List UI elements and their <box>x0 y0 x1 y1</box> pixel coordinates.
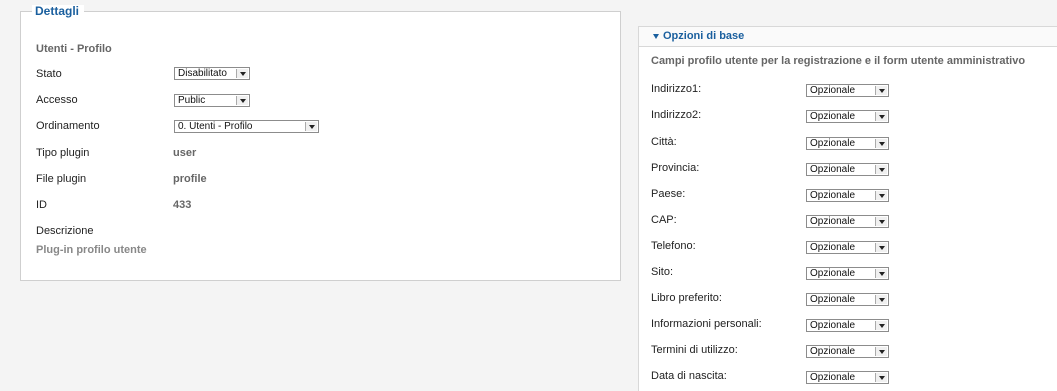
basic-options-panel: Opzioni di base Campi profilo utente per… <box>638 26 1057 391</box>
details-fieldset: Dettagli Utenti - Profilo Stato Disabili… <box>20 5 621 281</box>
plugin-file-label: File plugin <box>36 173 87 185</box>
option-row: Sito: Opzionale <box>651 265 1051 285</box>
status-label: Stato <box>36 68 62 80</box>
chevron-down-icon <box>875 217 887 226</box>
chevron-down-icon <box>875 139 887 148</box>
basic-options-title: Opzioni di base <box>663 30 745 42</box>
option-label: Indirizzo1: <box>651 83 702 95</box>
option-select[interactable]: Opzionale <box>806 345 889 358</box>
option-label: Provincia: <box>651 162 700 174</box>
option-row: Libro preferito: Opzionale <box>651 291 1051 311</box>
description-text: Plug-in profilo utente <box>36 244 147 256</box>
option-label: Indirizzo2: <box>651 109 702 121</box>
chevron-down-icon <box>875 295 887 304</box>
status-row: Stato Disabilitato <box>36 65 616 85</box>
option-select[interactable]: Opzionale <box>806 84 889 97</box>
chevron-down-icon <box>236 69 248 78</box>
option-select[interactable]: Opzionale <box>806 241 889 254</box>
option-label: Città: <box>651 136 677 148</box>
chevron-down-icon <box>875 191 887 200</box>
ordering-label: Ordinamento <box>36 120 100 132</box>
chevron-down-icon <box>305 122 317 131</box>
option-label: Data di nascita: <box>651 370 727 382</box>
chevron-down-icon <box>875 269 887 278</box>
option-row: Data di nascita: Opzionale <box>651 369 1051 389</box>
details-subtitle: Utenti - Profilo <box>36 43 112 55</box>
access-select[interactable]: Public <box>174 94 250 107</box>
option-label: Informazioni personali: <box>651 318 762 330</box>
plugin-file-row: File plugin profile <box>36 170 616 190</box>
chevron-down-icon <box>875 165 887 174</box>
option-select[interactable]: Opzionale <box>806 189 889 202</box>
details-legend: Dettagli <box>32 5 85 18</box>
chevron-down-icon <box>236 96 248 105</box>
chevron-down-icon <box>875 243 887 252</box>
option-label: Paese: <box>651 188 686 200</box>
basic-options-header[interactable]: Opzioni di base <box>639 26 1057 47</box>
option-select[interactable]: Opzionale <box>806 319 889 332</box>
chevron-down-icon <box>875 373 887 382</box>
option-row: Provincia: Opzionale <box>651 161 1051 181</box>
option-label: Sito: <box>651 266 674 278</box>
id-value: 433 <box>173 199 192 211</box>
option-row: Indirizzo2: Opzionale <box>651 108 1051 128</box>
chevron-down-icon <box>875 112 887 121</box>
access-label: Accesso <box>36 94 78 106</box>
option-label: Libro preferito: <box>651 292 722 304</box>
chevron-down-icon <box>875 321 887 330</box>
id-label: ID <box>36 199 47 211</box>
option-select[interactable]: Opzionale <box>806 110 889 123</box>
plugin-type-label: Tipo plugin <box>36 147 90 159</box>
option-row: Paese: Opzionale <box>651 187 1051 207</box>
option-label: CAP: <box>651 214 677 226</box>
option-row: Telefono: Opzionale <box>651 239 1051 259</box>
option-select[interactable]: Opzionale <box>806 293 889 306</box>
option-select[interactable]: Opzionale <box>806 163 889 176</box>
option-row: Città: Opzionale <box>651 135 1051 155</box>
access-row: Accesso Public <box>36 91 616 111</box>
status-select[interactable]: Disabilitato <box>174 67 250 80</box>
chevron-down-icon <box>875 347 887 356</box>
chevron-down-icon <box>875 86 887 95</box>
option-row: Indirizzo1: Opzionale <box>651 82 1051 102</box>
ordering-row: Ordinamento 0. Utenti - Profilo <box>36 117 616 137</box>
option-select[interactable]: Opzionale <box>806 215 889 228</box>
plugin-file-value: profile <box>173 173 207 185</box>
ordering-select[interactable]: 0. Utenti - Profilo <box>174 120 319 133</box>
option-label: Telefono: <box>651 240 696 252</box>
option-row: Informazioni personali: Opzionale <box>651 317 1051 337</box>
option-select[interactable]: Opzionale <box>806 371 889 384</box>
triangle-down-icon <box>653 34 659 39</box>
option-label: Termini di utilizzo: <box>651 344 738 356</box>
option-row: CAP: Opzionale <box>651 213 1051 233</box>
basic-options-description: Campi profilo utente per la registrazion… <box>651 55 1026 67</box>
plugin-type-row: Tipo plugin user <box>36 144 616 164</box>
description-label: Descrizione <box>36 225 94 237</box>
option-select[interactable]: Opzionale <box>806 267 889 280</box>
id-row: ID 433 <box>36 196 616 216</box>
plugin-type-value: user <box>173 147 197 159</box>
description-row: Descrizione <box>36 222 616 242</box>
option-select[interactable]: Opzionale <box>806 137 889 150</box>
option-row: Termini di utilizzo: Opzionale <box>651 343 1051 363</box>
